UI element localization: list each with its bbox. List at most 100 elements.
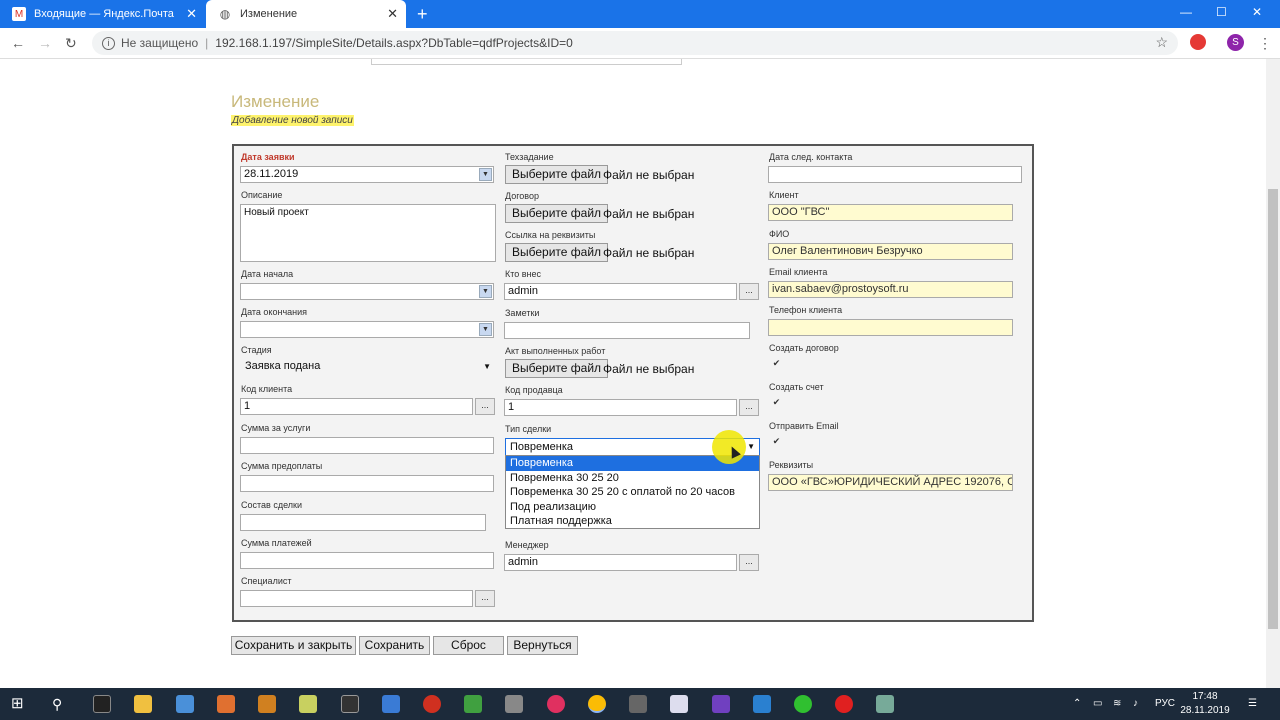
notifications-icon[interactable]: ☰: [1248, 698, 1257, 709]
app-icon[interactable]: [629, 695, 647, 713]
minimize-icon[interactable]: —: [1180, 5, 1192, 19]
tab-label: Входящие — Яндекс.Почта: [34, 8, 174, 20]
send-email-checkbox[interactable]: ✔: [771, 436, 782, 447]
fio-input[interactable]: Олег Валентинович Безручко: [768, 243, 1013, 260]
manager-lookup-button[interactable]: ...: [739, 554, 759, 571]
search-icon[interactable]: ⚲: [52, 695, 70, 713]
prepay-sum-input[interactable]: [240, 475, 494, 492]
page-scrollbar[interactable]: [1266, 59, 1280, 688]
tab-yandex-mail[interactable]: M Входящие — Яндекс.Почта ✕: [0, 0, 205, 28]
service-sum-input[interactable]: [240, 437, 494, 454]
app-icon[interactable]: [258, 695, 276, 713]
phone-input[interactable]: [768, 319, 1013, 336]
specialist-input[interactable]: [240, 590, 473, 607]
chevron-down-icon[interactable]: ▼: [479, 285, 492, 298]
seller-code-input[interactable]: 1: [504, 399, 737, 416]
notes-input[interactable]: [504, 322, 750, 339]
manager-input[interactable]: admin: [504, 554, 737, 571]
app-icon[interactable]: [464, 695, 482, 713]
close-icon[interactable]: ✕: [387, 6, 398, 22]
bookmark-star-icon[interactable]: ☆: [1155, 34, 1168, 51]
manager-value: admin: [508, 556, 538, 568]
battery-icon[interactable]: ▭: [1093, 698, 1102, 709]
app-icon[interactable]: [423, 695, 441, 713]
app-icon[interactable]: [299, 695, 317, 713]
forward-arrow-icon[interactable]: →: [38, 35, 52, 51]
save-and-close-button[interactable]: Сохранить и закрыть: [231, 636, 356, 655]
client-code-lookup-button[interactable]: ...: [475, 398, 495, 415]
wifi-icon[interactable]: ≋: [1113, 698, 1121, 709]
date-request-input[interactable]: 28.11.2019 ▼: [240, 166, 494, 183]
requisites-input[interactable]: ООО «ГВС»ЮРИДИЧЕСКИЙ АДРЕС 192076, С: [768, 474, 1013, 491]
reset-button[interactable]: Сброс: [433, 636, 504, 655]
task-view-icon[interactable]: [93, 695, 111, 713]
scrollbar-thumb[interactable]: [1268, 189, 1278, 629]
deal-type-option[interactable]: Под реализацию: [506, 500, 759, 515]
info-icon[interactable]: i: [102, 36, 115, 50]
requisites-file-button[interactable]: Выберите файл: [505, 243, 609, 262]
visual-studio-icon[interactable]: [712, 695, 730, 713]
app-icon[interactable]: [794, 695, 812, 713]
app-icon[interactable]: [670, 695, 688, 713]
app-icon[interactable]: [753, 695, 771, 713]
contract-file-status: Файл не выбран: [603, 207, 695, 221]
date-request-value: 28.11.2019: [244, 168, 299, 180]
tz-label: Техзадание: [505, 152, 554, 162]
app-icon[interactable]: [341, 695, 359, 713]
seller-code-lookup-button[interactable]: ...: [739, 399, 759, 416]
chrome-icon[interactable]: [588, 695, 606, 713]
description-textarea[interactable]: Новый проект: [240, 204, 496, 262]
stage-select[interactable]: Заявка подана ▼: [240, 359, 495, 377]
act-file-button[interactable]: Выберите файл: [505, 359, 609, 378]
taskbar-clock[interactable]: 17:48 28.11.2019: [1180, 690, 1230, 718]
windows-start-icon[interactable]: ⊞: [11, 695, 29, 713]
new-tab-button[interactable]: +: [417, 4, 428, 24]
app-icon[interactable]: [505, 695, 523, 713]
save-button[interactable]: Сохранить: [359, 636, 430, 655]
url-omnibox[interactable]: i Не защищено | 192.168.1.197/SimpleSite…: [92, 31, 1178, 55]
deal-type-option[interactable]: Платная поддержка: [506, 514, 759, 529]
specialist-lookup-button[interactable]: ...: [475, 590, 495, 607]
contract-file-button[interactable]: Выберите файл: [505, 204, 609, 223]
create-invoice-checkbox[interactable]: ✔: [771, 397, 782, 408]
volume-icon[interactable]: ♪: [1133, 698, 1138, 709]
end-date-input[interactable]: ▼: [240, 321, 494, 338]
page-title: Изменение: [231, 92, 320, 111]
app-icon[interactable]: [176, 695, 194, 713]
tab-izmenenie[interactable]: ◍ Изменение ✕: [206, 0, 406, 28]
client-value: ООО "ГВС": [772, 206, 830, 218]
payments-sum-input[interactable]: [240, 552, 494, 569]
reload-icon[interactable]: ↻: [65, 35, 77, 52]
author-lookup-button[interactable]: ...: [739, 283, 759, 300]
chevron-down-icon[interactable]: ▼: [479, 168, 492, 181]
avatar[interactable]: S: [1227, 34, 1244, 51]
close-window-icon[interactable]: ✕: [1252, 5, 1262, 19]
url-text: 192.168.1.197/SimpleSite/Details.aspx?Db…: [215, 36, 573, 50]
close-icon[interactable]: ✕: [186, 6, 197, 22]
record-icon[interactable]: [835, 695, 853, 713]
menu-dots-icon[interactable]: ⋮: [1258, 35, 1272, 52]
author-input[interactable]: admin: [504, 283, 737, 300]
app-icon[interactable]: [876, 695, 894, 713]
create-contract-checkbox[interactable]: ✔: [771, 358, 782, 369]
chevron-up-icon[interactable]: ⌃: [1073, 698, 1081, 709]
maximize-icon[interactable]: ☐: [1216, 5, 1227, 19]
client-code-input[interactable]: 1: [240, 398, 473, 415]
deal-type-option[interactable]: Повременка 30 25 20: [506, 471, 759, 486]
file-explorer-icon[interactable]: [134, 695, 152, 713]
app-icon[interactable]: [382, 695, 400, 713]
language-indicator[interactable]: РУС: [1155, 698, 1175, 709]
back-button[interactable]: Вернуться: [507, 636, 578, 655]
extension-icon[interactable]: [1190, 34, 1206, 50]
app-icon[interactable]: [217, 695, 235, 713]
tz-file-button[interactable]: Выберите файл: [505, 165, 609, 184]
chevron-down-icon[interactable]: ▼: [479, 323, 492, 336]
deal-composition-input[interactable]: [240, 514, 486, 531]
client-input[interactable]: ООО "ГВС": [768, 204, 1013, 221]
back-arrow-icon[interactable]: ←: [11, 35, 25, 51]
deal-type-option[interactable]: Повременка 30 25 20 с оплатой по 20 часо…: [506, 485, 759, 500]
app-icon[interactable]: [547, 695, 565, 713]
start-date-input[interactable]: ▼: [240, 283, 494, 300]
next-contact-input[interactable]: [768, 166, 1022, 183]
email-input[interactable]: ivan.sabaev@prostoysoft.ru: [768, 281, 1013, 298]
